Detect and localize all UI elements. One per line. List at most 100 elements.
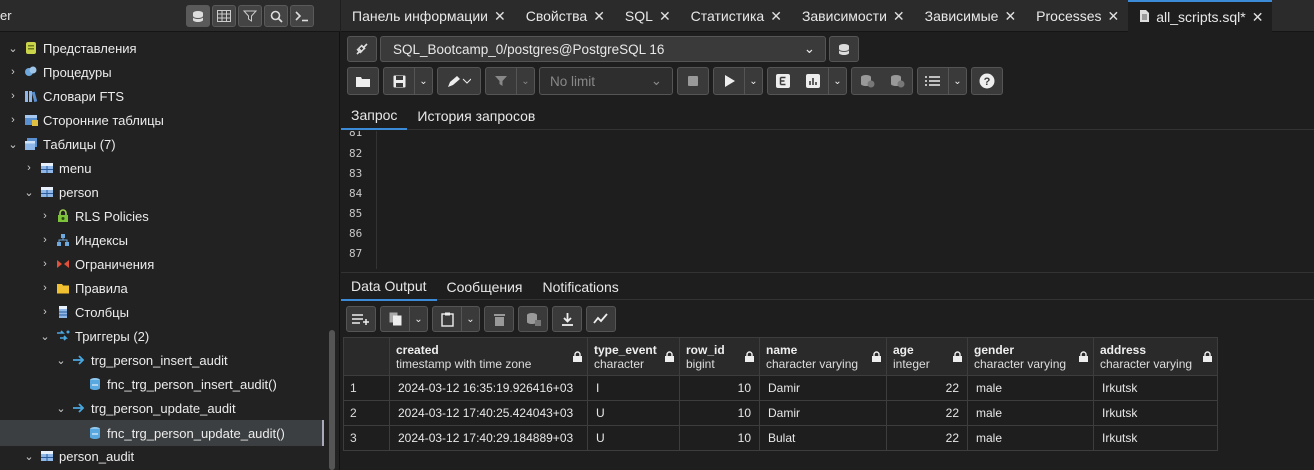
open-file-icon[interactable]: [348, 68, 378, 94]
cell-type-event[interactable]: I: [587, 375, 680, 401]
filter-icon[interactable]: [486, 68, 516, 94]
cell-created[interactable]: 2024-03-12 17:40:25.424043+03: [389, 400, 588, 426]
chevron-down-icon[interactable]: ⌄: [40, 330, 50, 343]
tree-scrollbar[interactable]: [329, 330, 335, 470]
tab-sql[interactable]: SQL ✕: [614, 0, 680, 32]
close-icon[interactable]: ✕: [893, 8, 905, 25]
chevron-down-icon[interactable]: ⌄: [409, 307, 427, 331]
search-icon[interactable]: [264, 5, 288, 27]
cell-row-id[interactable]: 10: [679, 375, 760, 401]
close-icon[interactable]: ✕: [659, 8, 671, 25]
cell-age[interactable]: 22: [886, 425, 968, 451]
chevron-down-icon[interactable]: ⌄: [24, 186, 34, 199]
tree-item-foreign-tables[interactable]: › Сторонние таблицы: [8, 108, 164, 132]
row-limit-select[interactable]: No limit ⌄: [539, 67, 673, 95]
chevron-right-icon[interactable]: ›: [24, 162, 34, 174]
cell-type-event[interactable]: U: [587, 425, 680, 451]
cell-name[interactable]: Damir: [759, 400, 887, 426]
query-tool-db-icon[interactable]: [186, 5, 210, 27]
tree-item-views[interactable]: ⌄ Представления: [8, 36, 136, 60]
delete-icon[interactable]: [485, 307, 513, 331]
tab-notifications[interactable]: Notifications: [532, 273, 628, 301]
view-data-grid-icon[interactable]: [212, 5, 236, 27]
tree-item-function-insert-audit[interactable]: fnc_trg_person_insert_audit(): [88, 372, 277, 396]
tree-item-columns[interactable]: › Столбцы: [40, 300, 129, 324]
column-header-age[interactable]: age integer: [886, 337, 968, 376]
tab-dashboard[interactable]: Панель информации ✕: [341, 0, 515, 32]
close-icon[interactable]: ✕: [1108, 8, 1120, 25]
graph-visualiser-icon[interactable]: [587, 307, 615, 331]
filter-grid-icon[interactable]: [238, 5, 262, 27]
commit-icon[interactable]: [852, 68, 882, 94]
chevron-down-icon[interactable]: ⌄: [56, 402, 66, 415]
copy-icon[interactable]: [381, 307, 409, 331]
tree-item-function-update-audit[interactable]: fnc_trg_person_update_audit(): [88, 421, 285, 445]
chevron-right-icon[interactable]: ›: [40, 234, 50, 246]
cell-age[interactable]: 22: [886, 400, 968, 426]
help-icon[interactable]: ?: [972, 68, 1002, 94]
tab-processes[interactable]: Processes ✕: [1025, 0, 1128, 32]
tree-item-trigger-insert-audit[interactable]: ⌄ trg_person_insert_audit: [56, 348, 227, 372]
chevron-down-icon[interactable]: ⌄: [948, 68, 966, 94]
connection-select[interactable]: SQL_Bootcamp_0/postgres@PostgreSQL 16 ⌄: [380, 36, 826, 62]
tab-query-history[interactable]: История запросов: [407, 102, 545, 130]
explain-analyze-icon[interactable]: [798, 68, 828, 94]
cell-name[interactable]: Bulat: [759, 425, 887, 451]
table-row[interactable]: 1 2024-03-12 16:35:19.926416+03 I 10 Dam…: [343, 375, 1218, 401]
chevron-down-icon[interactable]: ⌄: [516, 68, 534, 94]
table-row[interactable]: 3 2024-03-12 17:40:29.184889+03 U 10 Bul…: [343, 425, 1218, 451]
cell-gender[interactable]: male: [967, 425, 1094, 451]
chevron-down-icon[interactable]: ⌄: [56, 354, 66, 367]
tree-item-indexes[interactable]: › Индексы: [40, 228, 128, 252]
stop-icon[interactable]: [678, 68, 708, 94]
tab-data-output[interactable]: Data Output: [341, 273, 437, 301]
close-icon[interactable]: ✕: [770, 8, 782, 25]
tab-statistics[interactable]: Статистика ✕: [680, 0, 791, 32]
row-number[interactable]: 2: [343, 400, 390, 426]
tree-item-fts-dictionaries[interactable]: › Словари FTS: [8, 84, 124, 108]
chevron-down-icon[interactable]: ⌄: [8, 138, 18, 151]
chevron-right-icon[interactable]: ›: [40, 306, 50, 318]
cell-address[interactable]: Irkutsk: [1093, 400, 1218, 426]
tree-item-table-person[interactable]: ⌄ person: [24, 180, 98, 204]
chevron-right-icon[interactable]: ›: [8, 66, 18, 78]
close-icon[interactable]: ✕: [1252, 9, 1264, 26]
tree-item-triggers[interactable]: ⌄ Триггеры (2): [40, 324, 149, 348]
download-icon[interactable]: [553, 307, 581, 331]
row-number[interactable]: 3: [343, 425, 390, 451]
column-header-gender[interactable]: gender character varying: [967, 337, 1094, 376]
tree-item-table-menu[interactable]: › menu: [24, 156, 91, 180]
column-header-name[interactable]: name character varying: [759, 337, 887, 376]
tree-item-trigger-update-audit[interactable]: ⌄ trg_person_update_audit: [56, 396, 235, 420]
chevron-right-icon[interactable]: ›: [40, 210, 50, 222]
cell-address[interactable]: Irkutsk: [1093, 425, 1218, 451]
macros-list-icon[interactable]: [918, 68, 948, 94]
cell-row-id[interactable]: 10: [679, 400, 760, 426]
tab-properties[interactable]: Свойства ✕: [515, 0, 614, 32]
chevron-down-icon[interactable]: ⌄: [24, 450, 34, 463]
close-icon[interactable]: ✕: [593, 8, 605, 25]
psql-terminal-icon[interactable]: [290, 5, 314, 27]
paste-icon[interactable]: [433, 307, 461, 331]
database-icon[interactable]: [829, 36, 859, 62]
chevron-right-icon[interactable]: ›: [40, 258, 50, 270]
cell-row-id[interactable]: 10: [679, 425, 760, 451]
column-header-type-event[interactable]: type_event character: [587, 337, 680, 376]
tree-item-table-person-audit[interactable]: ⌄ person_audit: [24, 444, 134, 468]
chevron-right-icon[interactable]: ›: [8, 90, 18, 102]
save-data-icon[interactable]: [519, 307, 547, 331]
column-header-created[interactable]: created timestamp with time zone: [389, 337, 588, 376]
chevron-down-icon[interactable]: ⌄: [828, 68, 846, 94]
tab-all-scripts[interactable]: all_scripts.sql* ✕: [1128, 0, 1273, 32]
cell-created[interactable]: 2024-03-12 17:40:29.184889+03: [389, 425, 588, 451]
connection-status-icon[interactable]: [347, 36, 377, 62]
tab-dependents[interactable]: Зависимые ✕: [914, 0, 1026, 32]
chevron-down-icon[interactable]: ⌄: [8, 42, 18, 55]
tree-item-constraints[interactable]: › Ограничения: [40, 252, 154, 276]
chevron-right-icon[interactable]: ›: [40, 282, 50, 294]
cell-age[interactable]: 22: [886, 375, 968, 401]
column-header-row-id[interactable]: row_id bigint: [679, 337, 760, 376]
save-icon[interactable]: [384, 68, 414, 94]
chevron-down-icon[interactable]: ⌄: [461, 307, 479, 331]
tree-item-rules[interactable]: › Правила: [40, 276, 128, 300]
